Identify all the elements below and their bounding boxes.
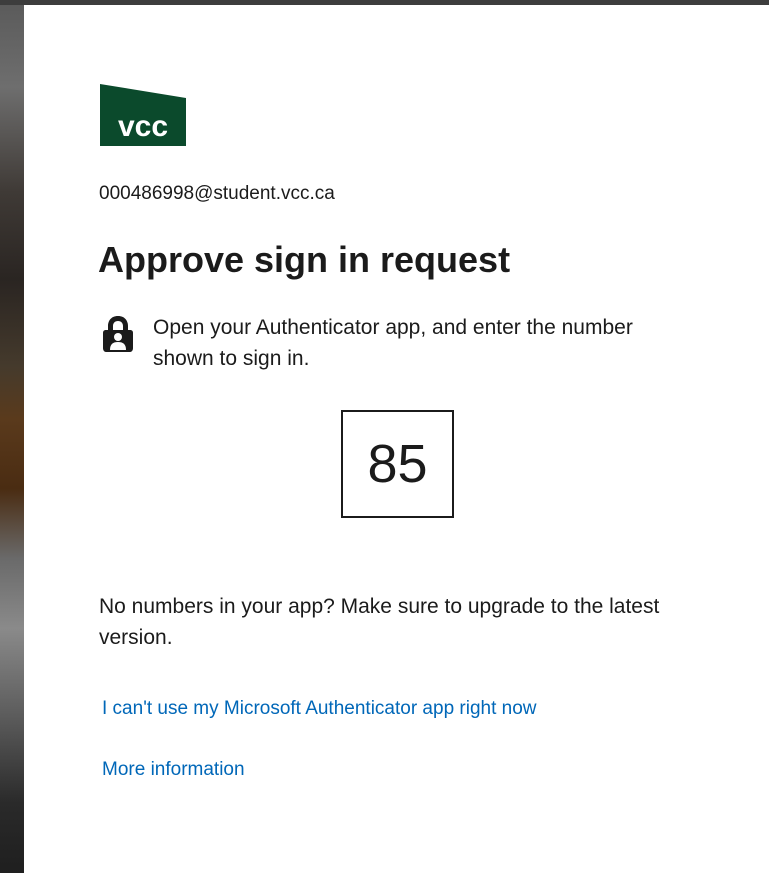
upgrade-hint: No numbers in your app? Make sure to upg…: [99, 595, 660, 649]
instruction-text: Open your Authenticator app, and enter t…: [153, 316, 633, 370]
cant-use-authenticator-link[interactable]: I can't use my Microsoft Authenticator a…: [102, 696, 537, 722]
vcc-logo: vcc: [100, 84, 186, 146]
sign-in-window: vcc 000486998@student.vcc.ca Approve sig…: [0, 0, 769, 873]
match-number: 85: [341, 410, 454, 518]
logo-text: vcc: [118, 110, 168, 143]
more-information-link[interactable]: More information: [102, 757, 245, 783]
background-image: [0, 0, 24, 873]
account-email: 000486998@student.vcc.ca: [99, 183, 335, 204]
lock-person-icon: [103, 316, 133, 352]
page-title: Approve sign in request: [98, 239, 511, 280]
